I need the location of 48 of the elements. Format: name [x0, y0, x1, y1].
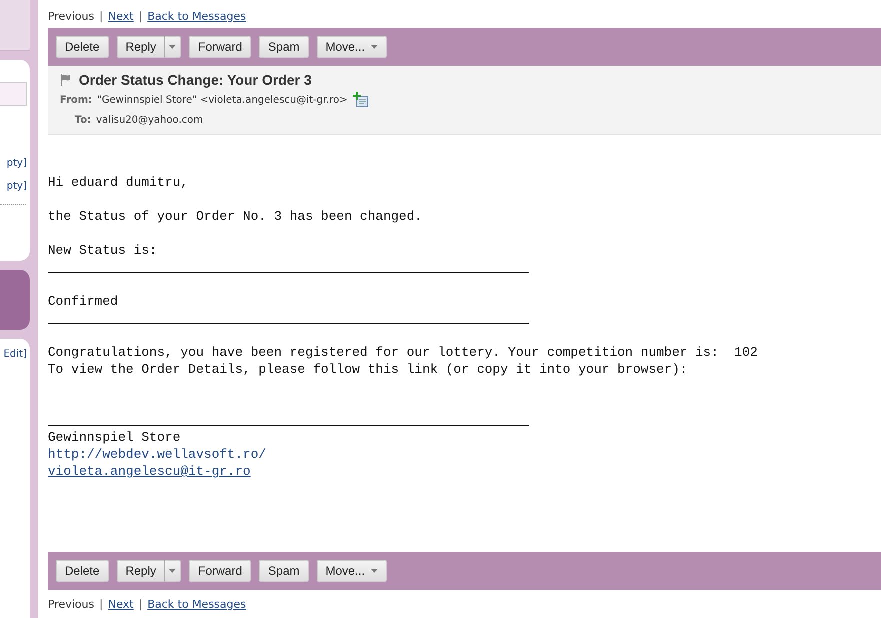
add-contact-icon[interactable]: [352, 92, 369, 108]
field-label: To:: [75, 114, 92, 126]
input-field[interactable]: [0, 82, 27, 106]
message-subject: Order Status Change: Your Order 3: [79, 72, 312, 88]
message-text: New Status is:: [48, 242, 158, 259]
separator: |: [100, 598, 104, 610]
field-label: From:: [60, 94, 92, 106]
dropdown-button[interactable]: [165, 36, 182, 58]
recipient-address: valisu20@yahoo.com: [96, 114, 204, 126]
separator: |: [138, 10, 143, 22]
message-link[interactable]: http://webdev.wellavsoft.ro/: [48, 447, 266, 462]
message-link[interactable]: violeta.angelescu@it-gr.ro: [48, 464, 251, 479]
sidebar-panel: [0, 0, 30, 51]
nav-text: Previous: [48, 598, 94, 610]
nav-link[interactable]: Back to Messages: [148, 598, 246, 610]
nav-text: Previous: [48, 10, 94, 22]
toolbar-button[interactable]: Forward: [189, 36, 252, 58]
message-text: To view the Order Details, please follow this link (or copy it into your browser):: [48, 361, 689, 378]
message-text: Confirmed: [48, 293, 120, 310]
toolbar-button[interactable]: Spam: [259, 560, 309, 582]
sidebar-panel: [0, 270, 30, 330]
separator: |: [138, 598, 143, 610]
sidebar-link[interactable]: Edit]: [4, 343, 30, 366]
dropdown-button[interactable]: [165, 560, 182, 582]
toolbar-button[interactable]: Forward: [189, 560, 252, 582]
toolbar-button[interactable]: Delete: [56, 560, 109, 582]
nav-link[interactable]: Back to Messages: [148, 10, 246, 22]
message-text: Congratulations, you have been registered for our lottery. Your competition number is: 102: [48, 344, 759, 361]
message-text: Hi eduard dumitru,: [48, 174, 190, 191]
caret-icon: [169, 569, 176, 573]
message-text: the Status of your Order No. 3 has been changed.: [48, 208, 424, 225]
caret-icon: [371, 45, 378, 49]
reply-button[interactable]: Reply: [116, 36, 166, 58]
sidebar-link[interactable]: pty]: [6, 175, 30, 198]
caret-icon: [371, 569, 378, 573]
nav-link[interactable]: Next: [108, 598, 134, 610]
flag-icon: [60, 74, 71, 86]
caret-icon: [169, 45, 176, 49]
menu-button[interactable]: Move...: [316, 560, 388, 582]
nav-link[interactable]: Next: [108, 10, 134, 22]
separator: |: [100, 10, 104, 22]
reply-button[interactable]: Reply: [116, 560, 166, 582]
sidebar-link[interactable]: pty]: [6, 152, 30, 175]
toolbar-button[interactable]: Spam: [259, 36, 309, 58]
toolbar-button[interactable]: Delete: [56, 36, 109, 58]
sender-address: "Gewinnspiel Store" <violeta.angelescu@it-gr.ro>: [97, 94, 348, 106]
message-text: Gewinnspiel Store: [48, 429, 182, 446]
menu-button[interactable]: Move...: [316, 36, 388, 58]
